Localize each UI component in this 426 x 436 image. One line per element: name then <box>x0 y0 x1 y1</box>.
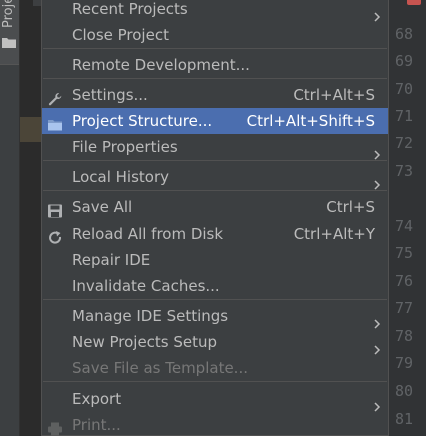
menu-item-shortcut: Ctrl+Alt+Y <box>293 225 375 243</box>
menu-item-reload-all-from-disk[interactable]: Reload All from Disk Ctrl+Alt+Y <box>42 221 388 247</box>
error-badge <box>407 0 421 5</box>
folder-icon <box>47 114 63 131</box>
menu-item-invalidate-caches[interactable]: Invalidate Caches... <box>42 273 388 299</box>
project-tool-tab[interactable]: Proje <box>0 0 19 65</box>
menu-item-recent-projects[interactable]: Recent Projects <box>42 0 388 22</box>
menu-item-label: Save All <box>72 198 133 216</box>
tool-window-strip: Proje <box>0 0 20 436</box>
folder-icon <box>2 38 16 48</box>
menu-separator <box>43 48 387 49</box>
menu-separator <box>43 381 387 382</box>
wrench-icon <box>47 88 63 106</box>
menu-item-repair-ide[interactable]: Repair IDE <box>42 247 388 273</box>
reload-icon <box>47 227 63 244</box>
menu-separator <box>43 299 387 300</box>
submenu-arrow-icon <box>372 142 382 160</box>
menu-item-label: Repair IDE <box>72 251 151 269</box>
menu-item-save-all[interactable]: Save All Ctrl+S <box>42 194 388 220</box>
menu-item-label: File Properties <box>72 138 178 156</box>
menu-item-project-structure[interactable]: Project Structure... Ctrl+Alt+Shift+S <box>42 108 388 134</box>
save-icon <box>47 200 63 218</box>
menu-item-manage-ide-settings[interactable]: Manage IDE Settings <box>42 303 388 329</box>
menu-item-close-project[interactable]: Close Project <box>42 22 388 48</box>
line-number-gutter: 68 69 70 71 72 73 74 75 76 77 78 79 80 81 <box>384 0 426 436</box>
menu-item-shortcut: Ctrl+Alt+Shift+S <box>246 112 375 130</box>
file-menu-popup: Recent Projects Close Project Remote Devel… <box>41 0 389 436</box>
print-icon <box>47 418 63 436</box>
menu-item-shortcut: Ctrl+Alt+S <box>293 86 375 104</box>
menu-item-shortcut: Ctrl+S <box>326 198 375 216</box>
ide-window: Proje 68 69 70 71 72 73 74 75 76 77 78 79 80 81 Recen… <box>0 0 426 436</box>
menu-item-label: Settings... <box>72 86 148 104</box>
menu-separator <box>43 160 387 161</box>
menu-item-label: Project Structure... <box>72 112 213 130</box>
editor-background <box>20 0 41 436</box>
editor-highlight-marker <box>20 117 41 142</box>
menu-separator <box>43 78 387 79</box>
menu-item-save-file-as-template[interactable]: Save File as Template... <box>42 355 388 381</box>
submenu-arrow-icon <box>372 394 382 412</box>
submenu-arrow-icon <box>372 311 382 329</box>
menu-item-label: New Projects Setup <box>72 333 218 351</box>
menu-item-print[interactable]: Print... <box>42 412 388 436</box>
menu-item-label: Local History <box>72 168 170 186</box>
submenu-arrow-icon <box>372 4 382 22</box>
menu-separator <box>43 190 387 191</box>
editor-tab-edge <box>33 0 41 6</box>
submenu-arrow-icon <box>372 172 382 190</box>
menu-item-label: Manage IDE Settings <box>72 307 229 325</box>
menu-item-label: Print... <box>72 416 121 434</box>
menu-item-label: Reload All from Disk <box>72 225 224 243</box>
menu-item-label: Recent Projects <box>72 0 188 18</box>
submenu-arrow-icon <box>372 337 382 355</box>
menu-item-remote-development[interactable]: Remote Development... <box>42 52 388 78</box>
menu-item-label: Close Project <box>72 26 169 44</box>
menu-item-label: Export <box>72 390 122 408</box>
menu-item-label: Invalidate Caches... <box>72 277 220 295</box>
menu-item-new-projects-setup[interactable]: New Projects Setup <box>42 329 388 355</box>
menu-item-export[interactable]: Export <box>42 386 388 412</box>
menu-item-settings[interactable]: Settings... Ctrl+Alt+S <box>42 82 388 108</box>
menu-item-label: Remote Development... <box>72 56 250 74</box>
menu-item-file-properties[interactable]: File Properties <box>42 134 388 160</box>
project-tool-tab-label: Proje <box>1 0 16 28</box>
menu-item-local-history[interactable]: Local History <box>42 164 388 190</box>
menu-item-label: Save File as Template... <box>72 359 248 377</box>
